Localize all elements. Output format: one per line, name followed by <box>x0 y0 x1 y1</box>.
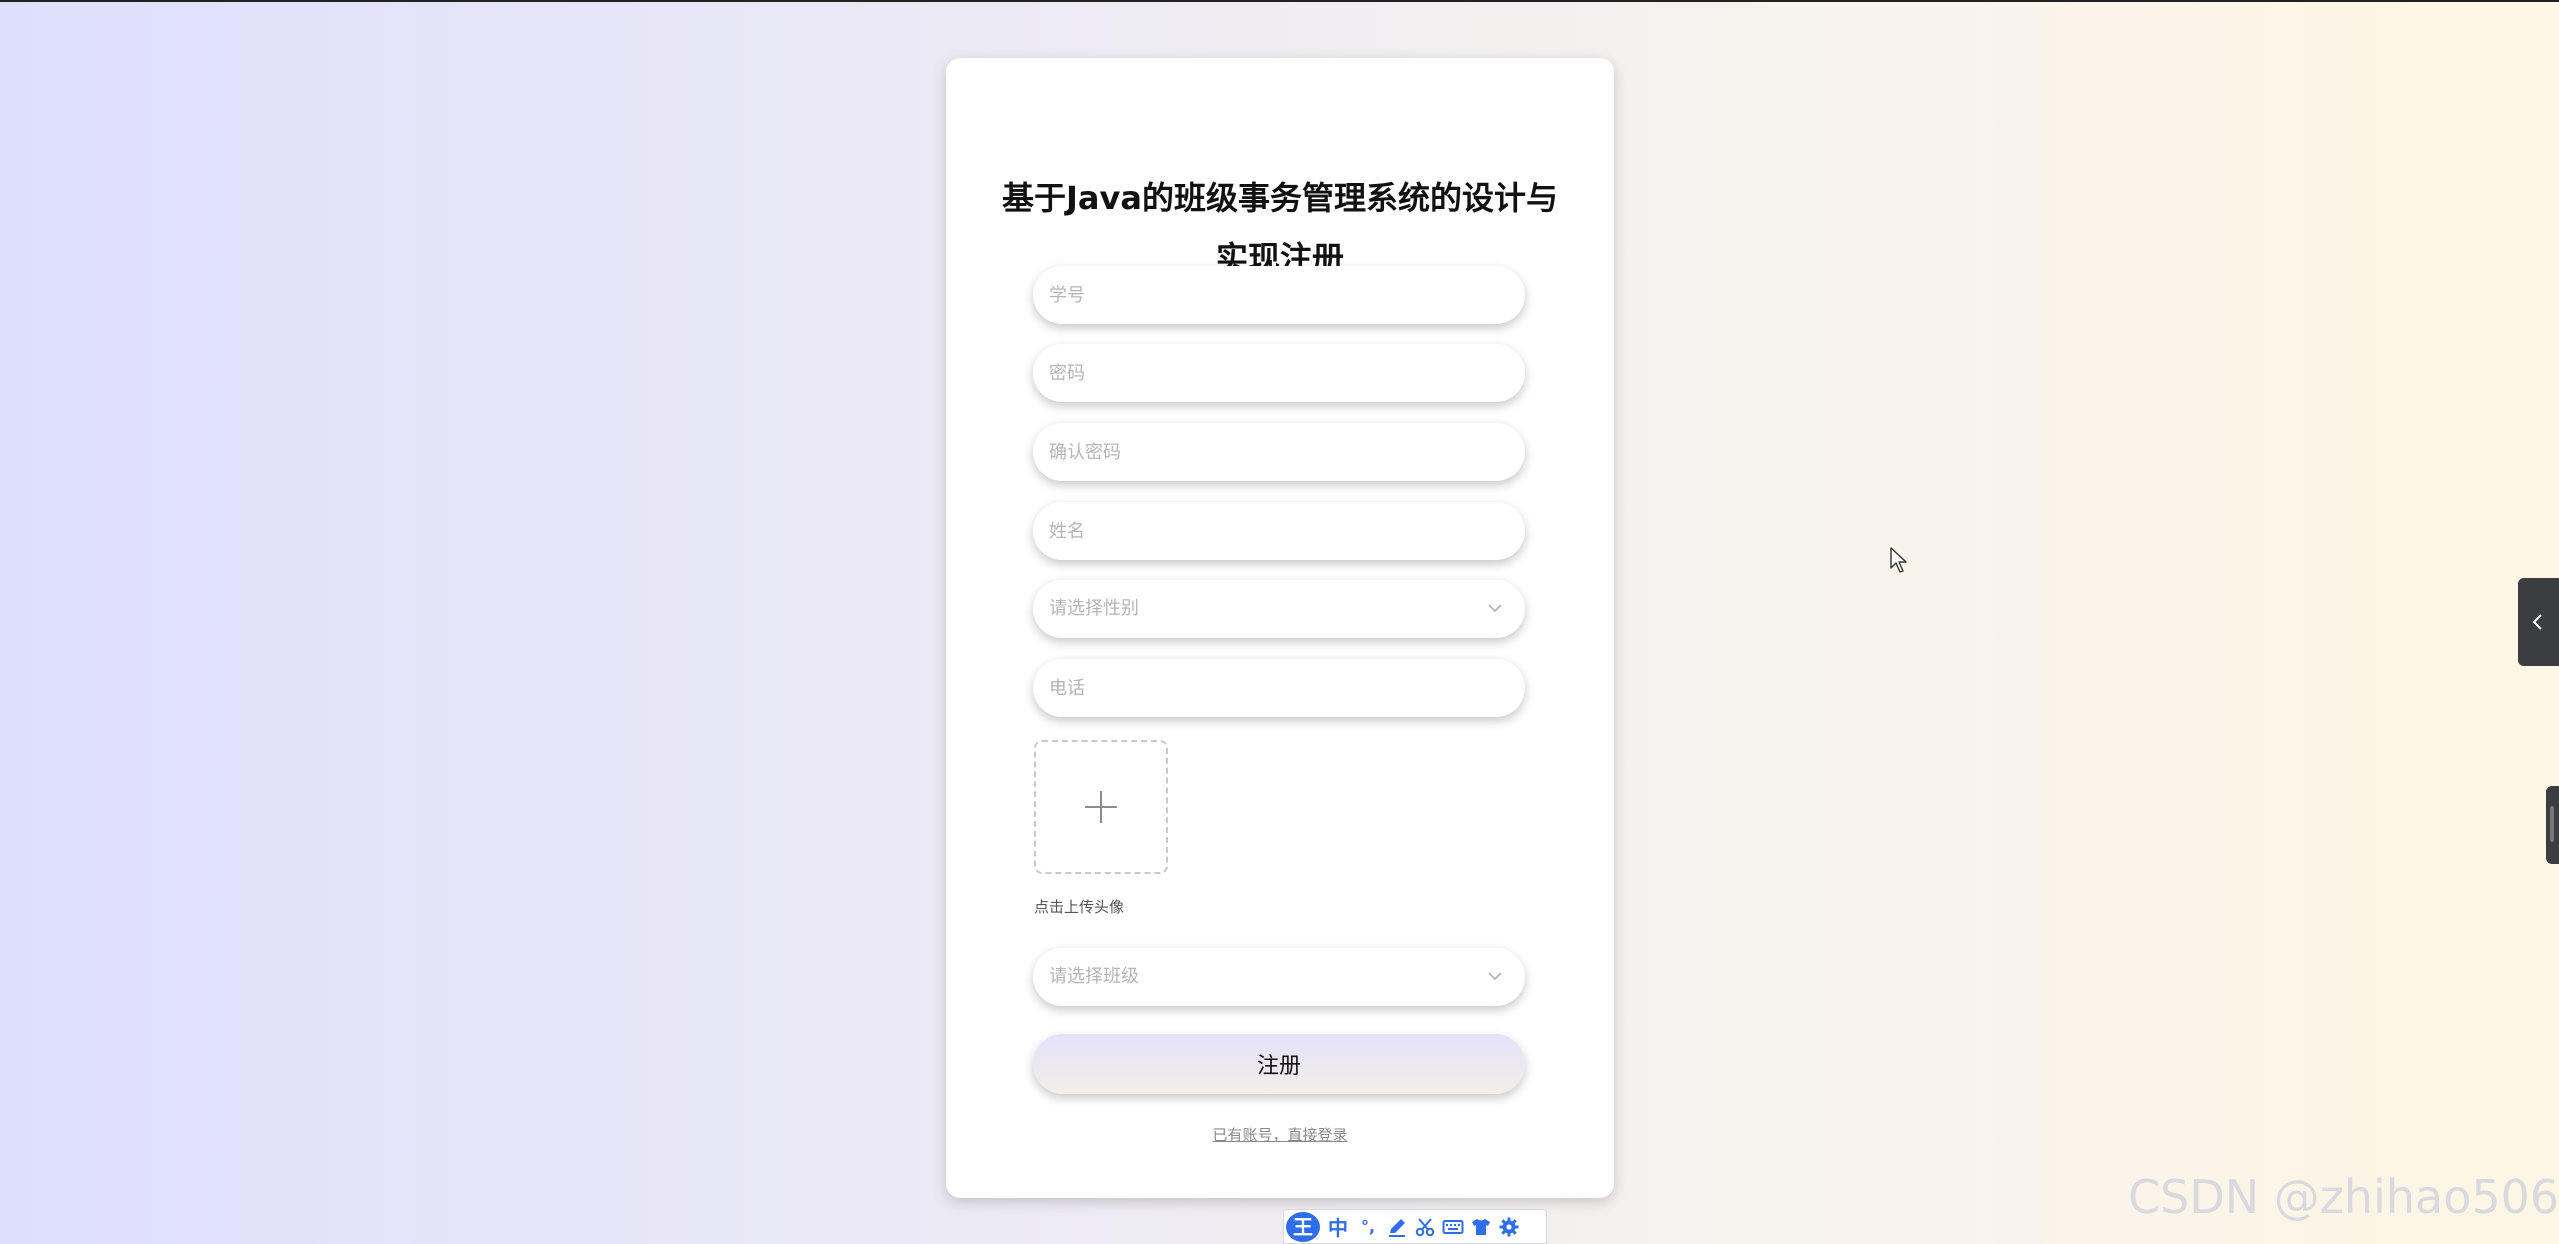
drag-handle-bar <box>2550 806 2554 842</box>
pen-icon[interactable] <box>1386 1216 1408 1238</box>
title-line-1: 基于Java的班级事务管理系统的设计与 <box>1002 179 1558 217</box>
side-panel-toggle[interactable] <box>2518 578 2559 666</box>
confirm-password-input[interactable] <box>1033 423 1525 481</box>
top-border <box>0 0 2559 2</box>
shirt-icon[interactable] <box>1470 1216 1492 1238</box>
scissors-icon[interactable] <box>1414 1216 1436 1238</box>
chevron-down-icon <box>1488 604 1502 613</box>
watermark: CSDN @zhihao506 <box>2128 1170 2559 1224</box>
phone-input[interactable] <box>1033 659 1525 717</box>
class-select-placeholder: 请选择班级 <box>1049 966 1139 987</box>
password-input[interactable] <box>1033 344 1525 402</box>
name-field[interactable] <box>1033 502 1525 560</box>
ime-punctuation-toggle[interactable]: °, <box>1356 1217 1380 1236</box>
chevron-down-icon <box>1488 972 1502 981</box>
chevron-left-icon <box>2532 614 2542 630</box>
side-drag-handle[interactable] <box>2546 786 2559 864</box>
phone-field[interactable] <box>1033 659 1525 717</box>
cursor-icon <box>1890 547 1907 573</box>
login-link[interactable]: 已有账号，直接登录 <box>946 1124 1614 1145</box>
confirm-password-field[interactable] <box>1033 423 1525 481</box>
student-id-input[interactable] <box>1033 266 1525 324</box>
ime-mode-toggle[interactable]: 中 <box>1326 1212 1350 1241</box>
ime-toolbar: 王 中 °, <box>1283 1209 1547 1244</box>
keyboard-icon[interactable] <box>1442 1216 1464 1238</box>
ime-logo[interactable]: 王 <box>1286 1211 1320 1242</box>
name-input[interactable] <box>1033 502 1525 560</box>
upload-avatar-tip: 点击上传头像 <box>1034 898 1125 916</box>
gear-icon[interactable] <box>1498 1216 1520 1238</box>
password-field[interactable] <box>1033 344 1525 402</box>
avatar-uploader[interactable] <box>1034 740 1168 874</box>
register-card: 基于Java的班级事务管理系统的设计与 实现注册 请选择性别 点击上传头像 请选… <box>946 58 1614 1198</box>
class-select[interactable]: 请选择班级 <box>1033 948 1525 1006</box>
gender-select[interactable]: 请选择性别 <box>1033 580 1525 638</box>
student-id-field[interactable] <box>1033 266 1525 324</box>
plus-icon <box>1085 791 1117 823</box>
register-button[interactable]: 注册 <box>1033 1034 1525 1094</box>
gender-select-placeholder: 请选择性别 <box>1049 598 1139 619</box>
